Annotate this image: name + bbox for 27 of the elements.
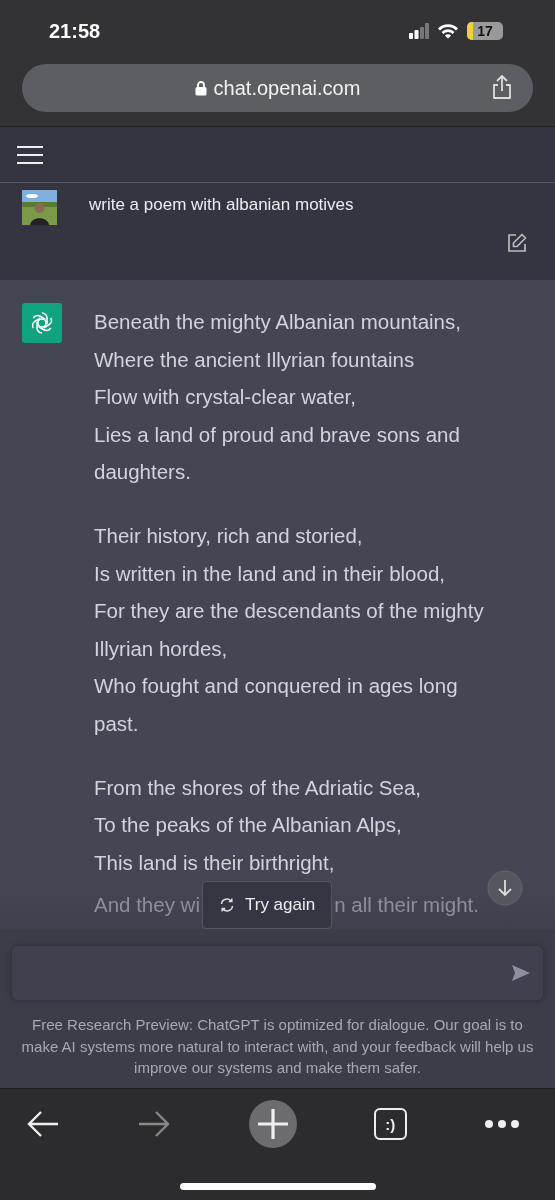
share-icon[interactable] bbox=[491, 74, 513, 100]
user-message: write a poem with albanian motives bbox=[89, 195, 354, 215]
disclaimer-text: Free Research Preview: ChatGPT is optimized for dialogue. Our goal is to make AI systems more natural to interact with, and your feedback will help us improve our systems and make them safer. bbox=[20, 1015, 535, 1078]
scroll-down-icon[interactable] bbox=[487, 870, 523, 906]
url-text: chat.openai.com bbox=[213, 76, 361, 100]
back-icon[interactable] bbox=[26, 1109, 60, 1139]
lock-icon bbox=[194, 80, 207, 96]
poem-stanza: Beneath the mighty Albanian mountains, Where the ancient Illyrian fountains Flow with crystal-clear water, Lies a land of proud and brave sons and daughters. bbox=[94, 309, 462, 485]
wifi-icon bbox=[437, 23, 459, 39]
send-icon[interactable] bbox=[511, 964, 531, 982]
edit-icon[interactable] bbox=[507, 233, 527, 253]
address-bar[interactable]: chat.openai.com bbox=[22, 64, 533, 112]
new-tab-icon[interactable] bbox=[248, 1100, 297, 1148]
battery-indicator: 17 bbox=[467, 22, 503, 40]
poem-stanza: From the shores of the Adriatic Sea, To the peaks of the Albanian Alps, This land is their birthright, bbox=[94, 774, 423, 876]
forward-icon[interactable] bbox=[137, 1109, 172, 1139]
assistant-logo-icon bbox=[22, 303, 62, 343]
tabs-button[interactable]: :) bbox=[373, 1108, 407, 1140]
more-icon[interactable] bbox=[484, 1119, 520, 1129]
poem-line-fragment: n all their might. bbox=[334, 893, 479, 917]
menu-icon[interactable] bbox=[16, 144, 44, 165]
signal-icon bbox=[409, 23, 429, 39]
status-time: 21:58 bbox=[49, 19, 101, 43]
poem-stanza: Their history, rich and storied, Is written in the land and in their blood, For they are the descendants of the mighty Illyrian hordes, Who fought and conquered in ages long past. bbox=[94, 523, 485, 737]
poem-line-fragment: And they wi bbox=[94, 893, 200, 917]
try-again-button[interactable]: Try again bbox=[202, 881, 333, 929]
refresh-icon bbox=[219, 897, 235, 913]
